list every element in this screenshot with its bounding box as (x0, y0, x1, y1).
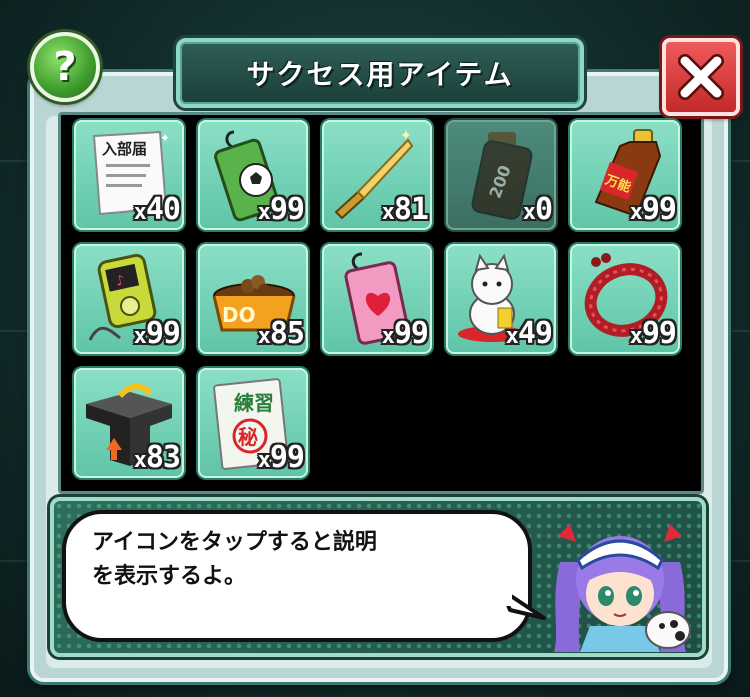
close-icon (678, 54, 724, 100)
item-tile[interactable]: 入部届 ✦ x40 (74, 120, 184, 230)
item-tile[interactable]: 200 x0 (446, 120, 556, 230)
item-count: x99 (133, 316, 181, 351)
svg-text:✦: ✦ (160, 131, 170, 145)
item-count: x0 (522, 192, 553, 227)
item-tile[interactable]: x99 (322, 244, 432, 354)
item-tile[interactable]: 万能 x99 (570, 120, 680, 230)
message-line-2: を表示するよ。 (92, 564, 247, 589)
item-tile[interactable]: x83 (74, 368, 184, 478)
item-tile[interactable]: x99 (198, 120, 308, 230)
message-text: アイコンをタップすると説明 を表示するよ。 (92, 526, 472, 594)
close-button[interactable] (662, 38, 740, 116)
item-count: x99 (629, 192, 677, 227)
message-line-1: アイコンをタップすると説明 (92, 530, 377, 555)
question-mark-icon: ? (53, 44, 77, 90)
item-tile[interactable]: x99 (570, 244, 680, 354)
svg-text:練習: 練習 (234, 391, 274, 415)
item-tile[interactable]: ♪ x99 (74, 244, 184, 354)
item-tile[interactable]: ✦ x81 (322, 120, 432, 230)
item-count: x49 (505, 316, 553, 351)
item-count: x99 (257, 192, 305, 227)
item-count: x99 (257, 440, 305, 475)
item-count: x99 (629, 316, 677, 351)
page-title: サクセス用アイテム (246, 58, 514, 91)
svg-text:入部届: 入部届 (102, 140, 147, 158)
item-count: x99 (381, 316, 429, 351)
svg-text:✦: ✦ (400, 128, 412, 144)
item-count: x81 (381, 192, 429, 227)
item-tile[interactable]: 練習 秘 x99 (198, 368, 308, 478)
item-count: x83 (133, 440, 181, 475)
item-count: x40 (133, 192, 181, 227)
item-count: x85 (257, 316, 305, 351)
title-plate: サクセス用アイテム (176, 38, 584, 108)
item-tile[interactable]: DO x85 (198, 244, 308, 354)
help-button[interactable]: ? (30, 32, 100, 102)
assistant-character-avatar (554, 524, 691, 652)
svg-text:秘: 秘 (238, 425, 258, 449)
svg-text:DO: DO (222, 303, 256, 327)
item-tile[interactable]: x49 (446, 244, 556, 354)
